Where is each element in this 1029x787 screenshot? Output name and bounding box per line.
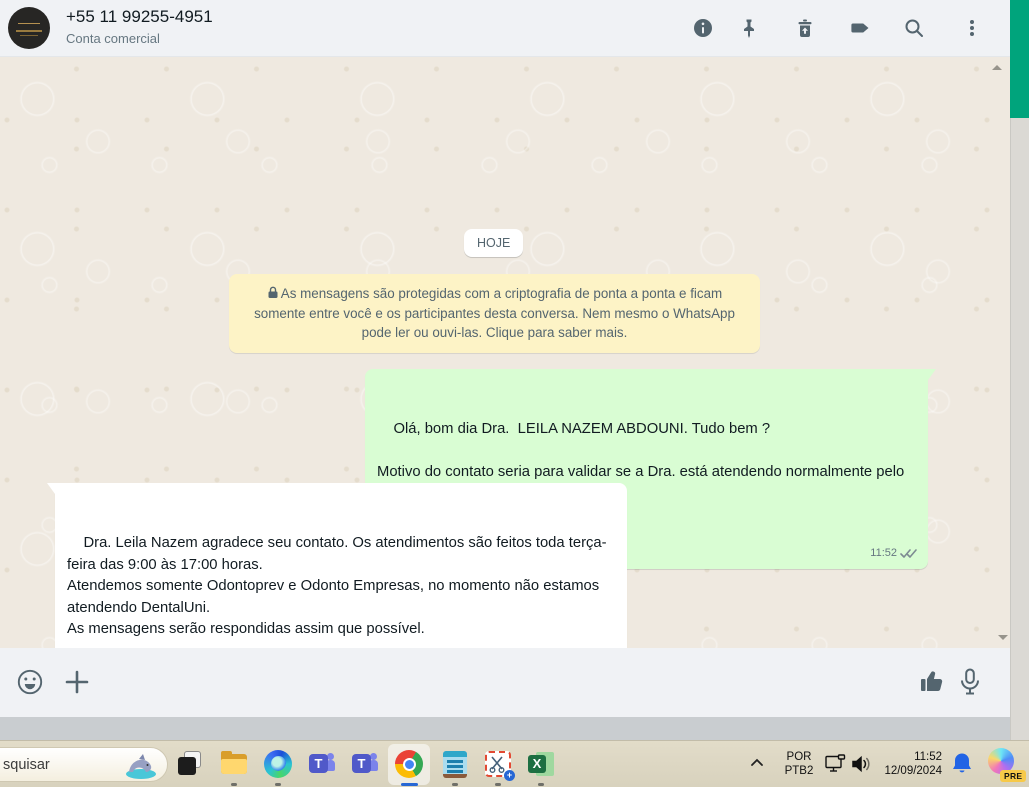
- trash-icon[interactable]: [794, 17, 816, 39]
- double-check-icon: [900, 548, 917, 558]
- encryption-notice-text: As mensagens são protegidas com a cripto…: [254, 286, 735, 340]
- message-time: 11:52: [870, 546, 897, 559]
- chat-header: +55 11 99255-4951 Conta comercial: [0, 0, 1010, 57]
- lock-icon: [268, 286, 278, 298]
- teams-2-icon[interactable]: T: [350, 749, 380, 779]
- pin-icon[interactable]: [738, 17, 760, 39]
- bubble-tail: [928, 369, 936, 380]
- bubble-tail: [47, 483, 55, 494]
- file-explorer-icon[interactable]: [219, 749, 249, 779]
- scroll-up-arrow[interactable]: [992, 65, 1002, 70]
- date-chip: HOJE: [464, 229, 524, 257]
- language-line2: PTB2: [784, 765, 814, 777]
- chrome-icon[interactable]: [394, 749, 424, 779]
- notepad-icon[interactable]: [440, 749, 470, 779]
- running-indicator: [275, 783, 281, 786]
- copilot-pre-badge: PRE: [1000, 770, 1027, 782]
- running-indicator: [538, 783, 544, 786]
- language-line1: POR: [786, 751, 812, 763]
- contact-avatar[interactable]: [8, 7, 50, 49]
- running-indicator: [452, 783, 458, 786]
- task-view-icon[interactable]: [176, 749, 206, 779]
- composer-bar: Digite uma mensagem: [0, 648, 1010, 717]
- taskbar-search-text: squisar: [3, 756, 50, 773]
- info-icon[interactable]: [692, 17, 714, 39]
- search-icon[interactable]: [903, 17, 925, 39]
- tray-time: 11:52: [914, 751, 942, 763]
- notification-bell-icon[interactable]: [950, 751, 974, 782]
- background-window-gray-strip: [1010, 118, 1029, 740]
- teams-icon[interactable]: T: [307, 749, 337, 779]
- snipping-tool-icon[interactable]: +: [483, 749, 515, 781]
- running-indicator: [495, 783, 501, 786]
- running-indicator: [231, 783, 237, 786]
- message-meta: 11:52: [870, 543, 918, 565]
- avatar-logo: [18, 23, 40, 24]
- network-display-icon[interactable]: [824, 754, 848, 779]
- contact-name[interactable]: +55 11 99255-4951: [66, 7, 213, 27]
- label-icon[interactable]: [849, 17, 871, 39]
- edge-icon[interactable]: [263, 749, 293, 779]
- whatsapp-window: +55 11 99255-4951 Conta comercial HOJE A…: [0, 0, 1029, 787]
- clock[interactable]: 11:52 12/09/2024: [858, 750, 942, 778]
- background-window-teal-strip: [1010, 0, 1029, 118]
- language-indicator[interactable]: POR PTB2: [778, 750, 820, 778]
- excel-icon[interactable]: X: [526, 749, 556, 779]
- attach-plus-icon[interactable]: [64, 669, 90, 700]
- scroll-down-arrow[interactable]: [998, 635, 1008, 640]
- hidden-icons-chevron[interactable]: [749, 755, 765, 773]
- dolphin-image: [119, 750, 161, 781]
- thumbs-up-icon[interactable]: [919, 669, 947, 700]
- windows-taskbar: squisar T T + X POR PTB2 11:52 12/09/202…: [0, 740, 1029, 787]
- encryption-notice[interactable]: As mensagens são protegidas com a cripto…: [229, 274, 760, 353]
- more-options-icon[interactable]: [961, 17, 983, 39]
- taskbar-search[interactable]: squisar: [0, 747, 168, 782]
- emoji-icon[interactable]: [16, 668, 44, 701]
- desktop-gap: [0, 717, 1010, 740]
- active-running-indicator: [401, 783, 418, 786]
- contact-subtitle: Conta comercial: [66, 31, 160, 46]
- mic-icon[interactable]: [957, 667, 983, 702]
- tray-date: 12/09/2024: [884, 765, 942, 777]
